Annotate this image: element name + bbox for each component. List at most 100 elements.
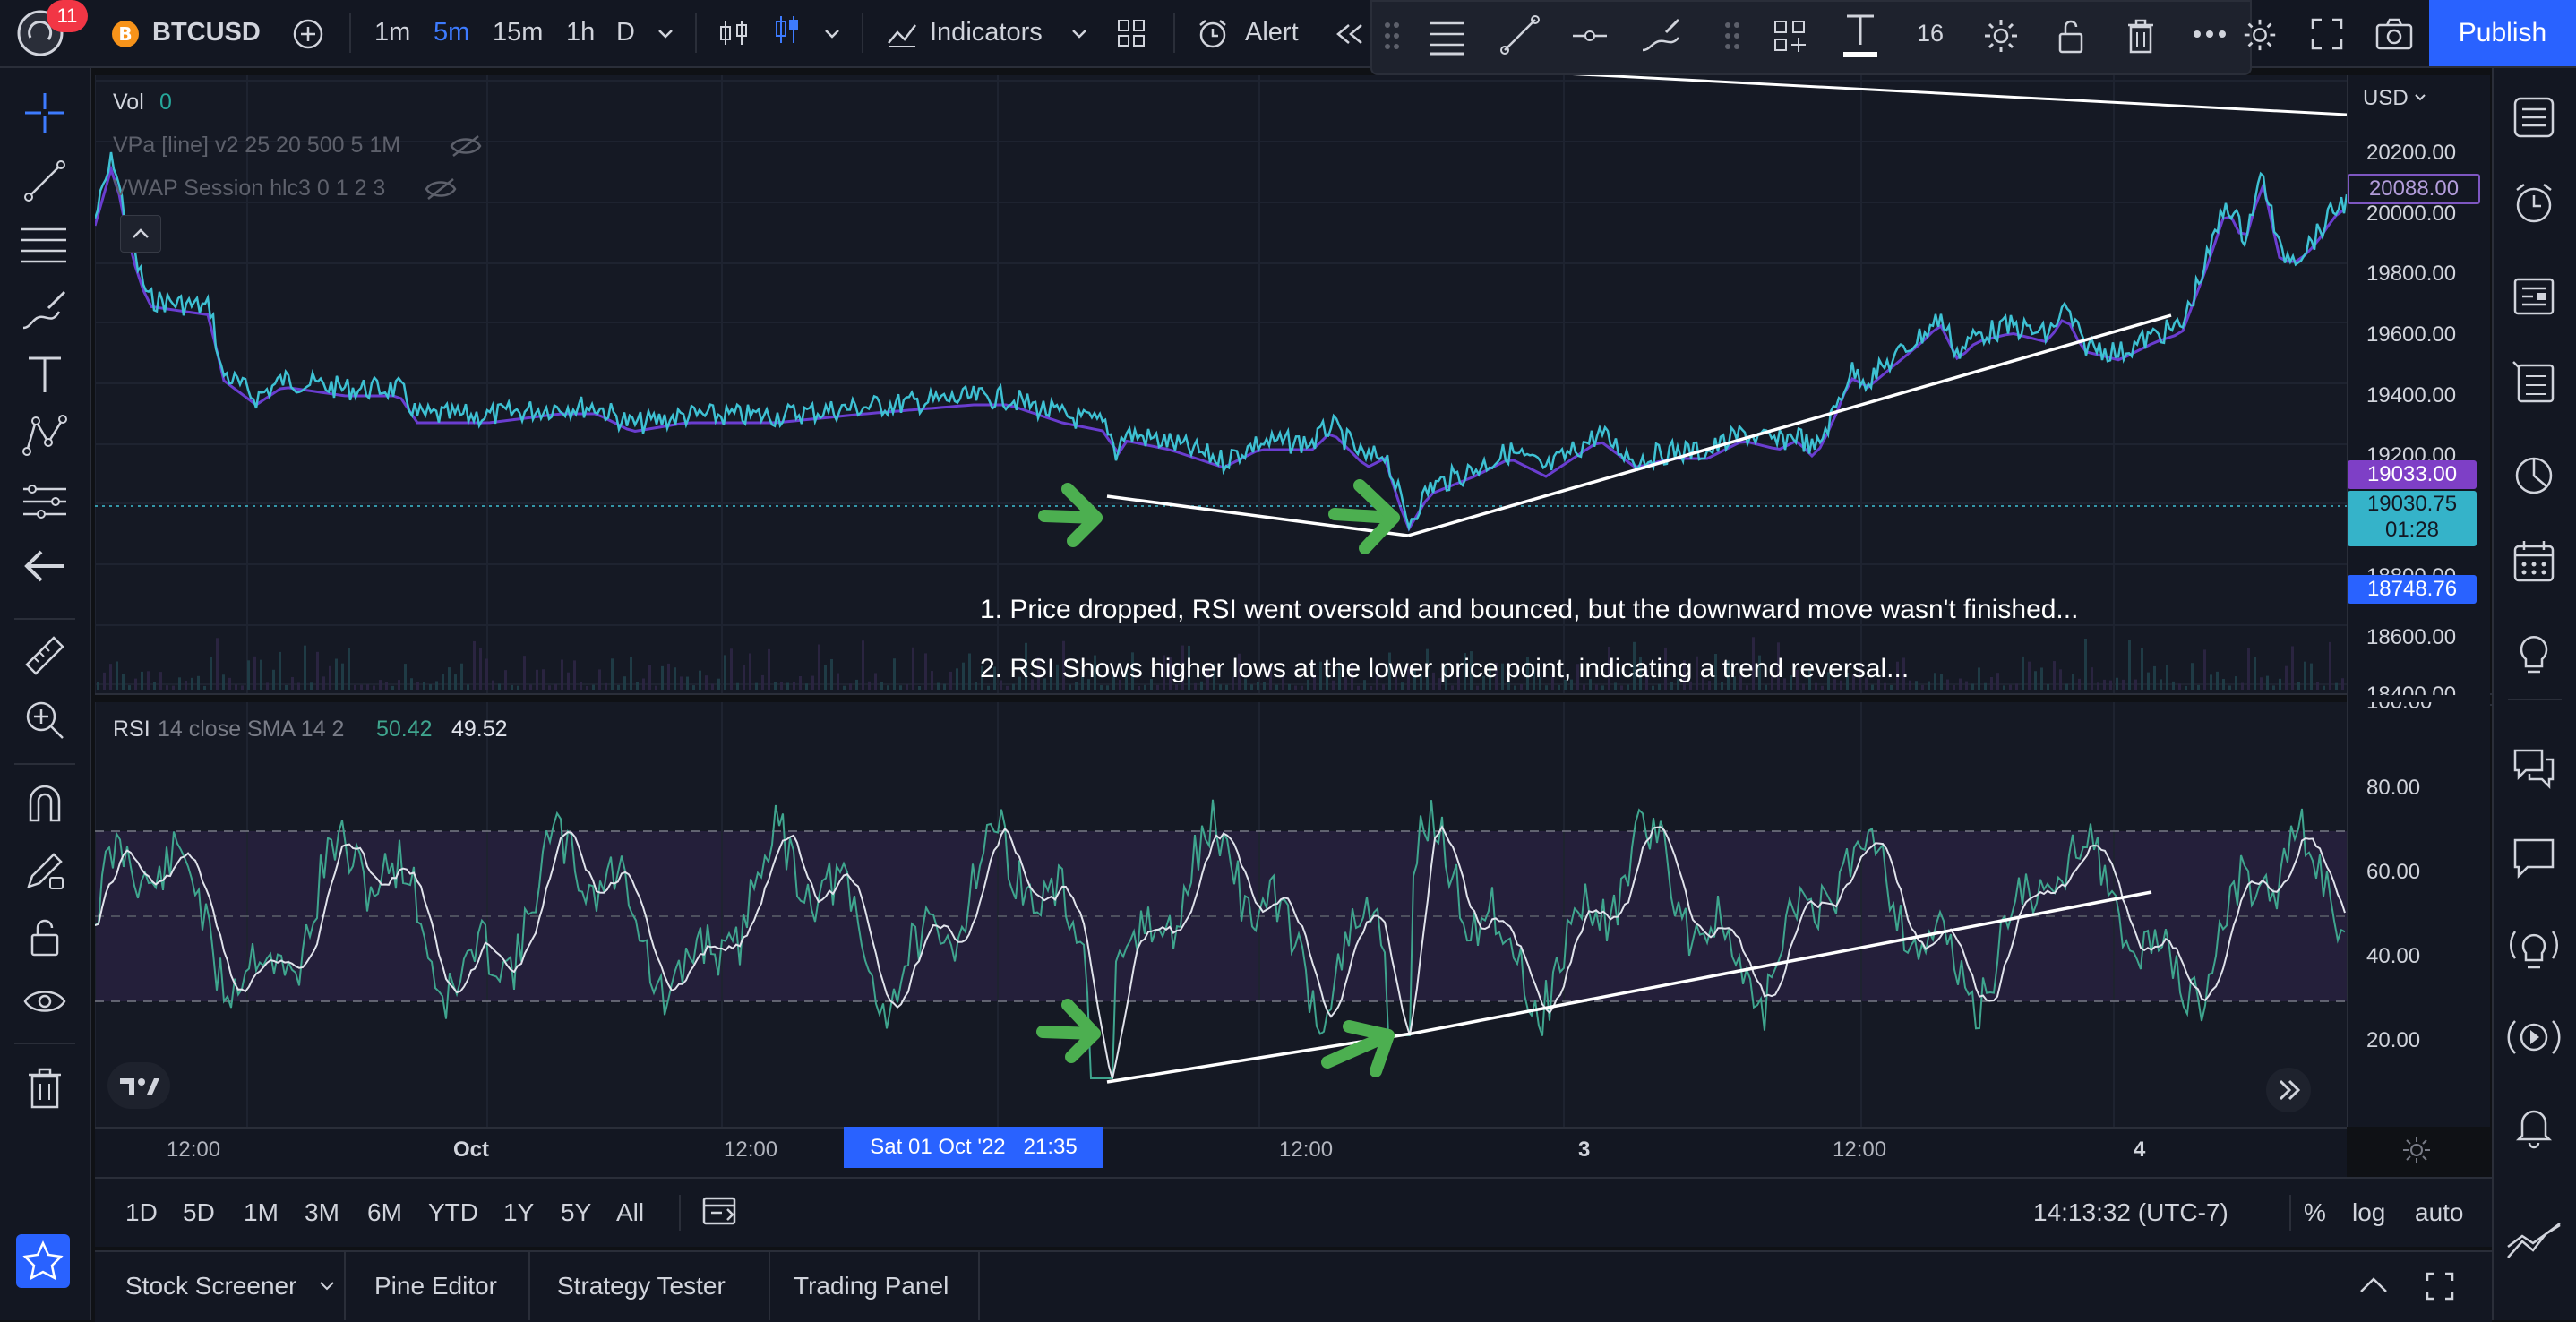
hidden-eye-icon[interactable]	[423, 176, 459, 202]
hotlists-pie-icon[interactable]	[2510, 451, 2558, 500]
currency-chevron-icon[interactable]	[2413, 90, 2427, 104]
tab-trading-panel[interactable]: Trading Panel	[794, 1272, 949, 1301]
annotation-text-2[interactable]: 2. RSI Shows higher lows at the lower pr…	[980, 654, 1909, 684]
crosshair-cursor-icon[interactable]	[21, 90, 68, 136]
data-window-icon[interactable]	[2510, 358, 2558, 407]
currency-selector[interactable]: USD	[2363, 86, 2409, 111]
indicators-button[interactable]: Indicators	[930, 18, 1043, 47]
stock-screener-chevron-icon[interactable]	[317, 1275, 337, 1295]
range-all[interactable]: All	[616, 1198, 644, 1227]
drag-handle-icon[interactable]	[1720, 18, 1745, 54]
alerts-clock-icon[interactable]	[2510, 179, 2558, 227]
line-style-icon[interactable]	[1426, 16, 1467, 56]
hide-drawings-eye-icon[interactable]	[21, 978, 68, 1025]
trading-chart-icon[interactable]	[2504, 1216, 2563, 1266]
go-to-date-icon[interactable]	[700, 1193, 740, 1229]
text-tool-icon[interactable]	[23, 353, 66, 396]
hidden-eye-icon[interactable]	[448, 133, 484, 159]
volume-legend-label[interactable]: Vol	[113, 90, 144, 116]
range-3m[interactable]: 3M	[305, 1198, 339, 1227]
line-end-icon[interactable]	[1569, 18, 1610, 54]
maximize-panel-icon[interactable]	[2424, 1270, 2456, 1302]
log-scale-toggle[interactable]: log	[2352, 1198, 2385, 1227]
pattern-tool-icon[interactable]	[21, 412, 68, 459]
magnet-icon[interactable]	[21, 781, 68, 828]
text-color-icon[interactable]	[1840, 11, 1881, 61]
chat-bubble-icon[interactable]	[2510, 833, 2558, 881]
range-5y[interactable]: 5Y	[561, 1198, 591, 1227]
rsi-pane[interactable]	[95, 702, 2347, 1127]
range-1d[interactable]: 1D	[125, 1198, 158, 1227]
notifications-bell-icon[interactable]	[2510, 1102, 2558, 1150]
delete-trash-icon[interactable]	[2123, 16, 2159, 56]
symbol-search-button[interactable]: BTCUSD	[152, 18, 261, 47]
clock-timezone[interactable]: 14:13:32 (UTC-7)	[2033, 1198, 2228, 1227]
tradingview-logo-icon[interactable]	[107, 1062, 170, 1109]
news-icon[interactable]	[2510, 272, 2558, 321]
publish-button[interactable]: Publish	[2429, 0, 2576, 66]
alert-clock-icon[interactable]	[1195, 16, 1231, 52]
chats-icon[interactable]	[2510, 743, 2558, 792]
templates-grid-icon[interactable]	[1114, 16, 1148, 50]
streams-play-icon[interactable]	[2506, 1012, 2562, 1062]
rsi-legend-label[interactable]: RSI	[113, 717, 150, 743]
unlock-icon[interactable]	[2053, 16, 2089, 56]
auto-scale-toggle[interactable]: auto	[2415, 1198, 2464, 1227]
ruler-measure-icon[interactable]	[21, 632, 68, 679]
more-options-icon[interactable]	[2191, 25, 2228, 43]
collapse-legend-chevron-icon[interactable]	[120, 215, 161, 253]
font-size-button[interactable]: 16	[1917, 20, 1944, 47]
lock-drawings-icon[interactable]	[21, 914, 68, 960]
fullscreen-icon[interactable]	[2309, 16, 2345, 52]
bar-chart-type-icon[interactable]	[717, 16, 751, 50]
tab-stock-screener[interactable]: Stock Screener	[125, 1272, 296, 1301]
range-ytd[interactable]: YTD	[428, 1198, 478, 1227]
snapshot-camera-icon[interactable]	[2374, 16, 2415, 52]
interval-15m[interactable]: 15m	[493, 18, 543, 47]
zoom-in-icon[interactable]	[21, 697, 68, 743]
scroll-to-realtime-icon[interactable]	[2266, 1068, 2311, 1112]
fib-retracement-icon[interactable]	[18, 222, 70, 269]
annotation-text-1[interactable]: 1. Price dropped, RSI went oversold and …	[980, 595, 2078, 625]
prediction-measure-icon[interactable]	[20, 478, 70, 525]
chart-type-dropdown-chevron-icon[interactable]	[820, 21, 844, 45]
replay-rewind-icon[interactable]	[1335, 20, 1365, 48]
brush-tool-icon[interactable]	[1639, 14, 1684, 56]
interval-dropdown-chevron-icon[interactable]	[654, 21, 677, 45]
trend-line-tool-icon[interactable]	[1499, 14, 1541, 56]
add-symbol-icon[interactable]	[292, 18, 324, 50]
ideas-lightbulb-icon[interactable]	[2510, 629, 2558, 677]
range-1m[interactable]: 1M	[244, 1198, 279, 1227]
calendar-icon[interactable]	[2510, 537, 2558, 586]
percent-scale-toggle[interactable]: %	[2304, 1198, 2326, 1227]
indicators-icon[interactable]	[885, 16, 919, 50]
favorites-star-icon[interactable]	[16, 1234, 70, 1288]
streams-bulb-icon[interactable]	[2506, 923, 2562, 973]
interval-1m[interactable]: 1m	[374, 18, 410, 47]
remove-drawings-trash-icon[interactable]	[23, 1066, 66, 1111]
drag-handle-icon[interactable]	[1379, 18, 1404, 54]
vpa-indicator-legend[interactable]: VPa [line] v2 25 20 500 5 1M	[113, 133, 400, 159]
candles-chart-type-icon[interactable]	[770, 13, 804, 47]
watchlist-icon[interactable]	[2510, 93, 2558, 142]
range-6m[interactable]: 6M	[367, 1198, 402, 1227]
time-scale[interactable]	[95, 1127, 2347, 1177]
interval-5m[interactable]: 5m	[434, 18, 469, 47]
drawing-mode-pencil-icon[interactable]	[21, 847, 68, 894]
chart-settings-gear-icon[interactable]	[2241, 16, 2279, 54]
back-arrow-icon[interactable]	[20, 545, 70, 588]
interval-d[interactable]: D	[616, 18, 635, 47]
object-tree-icon[interactable]	[1772, 18, 1809, 56]
alert-button[interactable]: Alert	[1245, 18, 1299, 47]
time-axis-settings-icon[interactable]	[2400, 1134, 2433, 1166]
settings-gear-icon[interactable]	[1981, 16, 2021, 56]
trend-line-icon[interactable]	[21, 158, 68, 204]
brush-icon[interactable]	[20, 287, 70, 333]
range-5d[interactable]: 5D	[183, 1198, 215, 1227]
tab-pine-editor[interactable]: Pine Editor	[374, 1272, 497, 1301]
interval-1h[interactable]: 1h	[566, 18, 595, 47]
tab-strategy-tester[interactable]: Strategy Tester	[557, 1272, 726, 1301]
vwap-indicator-legend[interactable]: VWAP Session hlc3 0 1 2 3	[113, 176, 385, 202]
notification-badge[interactable]: 11	[47, 0, 88, 32]
expand-panel-chevron-up-icon[interactable]	[2356, 1272, 2391, 1299]
